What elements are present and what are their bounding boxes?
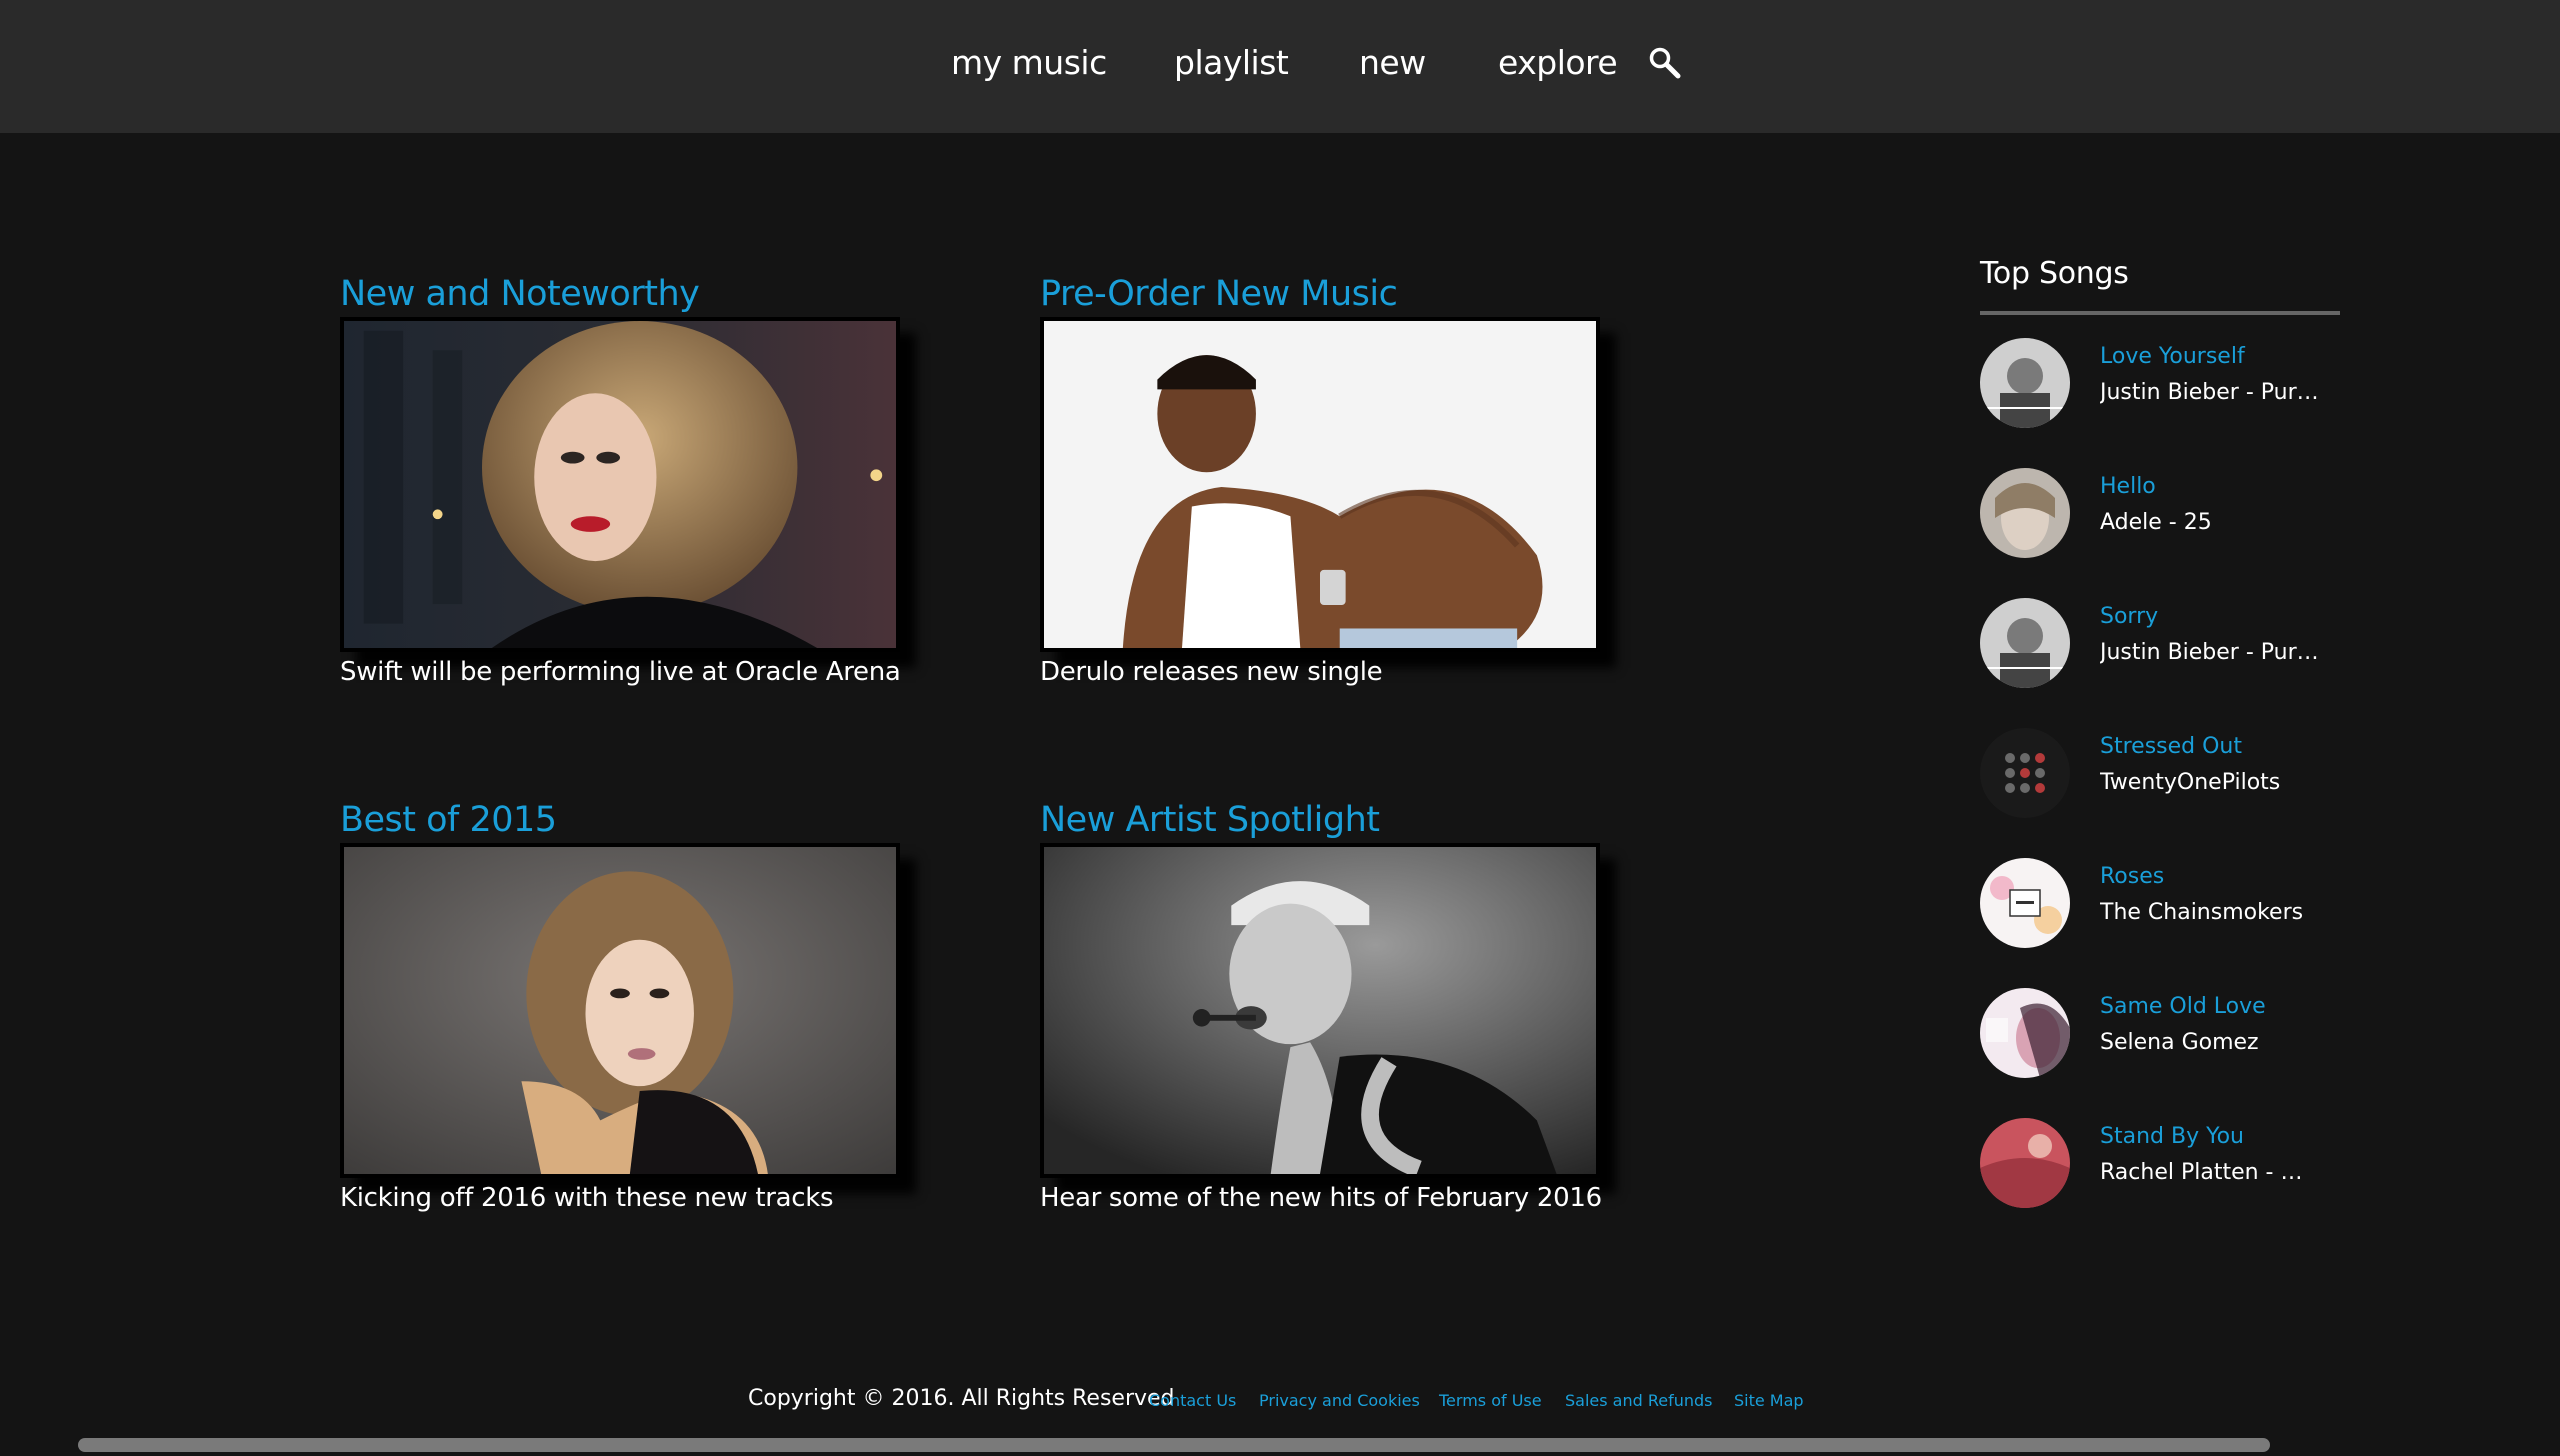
feature-title[interactable]: Pre-Order New Music xyxy=(1040,272,1398,316)
footer-link-sitemap[interactable]: Site Map xyxy=(1734,1390,1804,1412)
song-item[interactable]: Same Old Love Selena Gomez xyxy=(1980,988,2340,1088)
footer-link-contact[interactable]: Contact Us xyxy=(1149,1390,1236,1412)
album-art xyxy=(1980,468,2070,558)
feature-title[interactable]: New Artist Spotlight xyxy=(1040,798,1380,842)
song-item[interactable]: Love Yourself Justin Bieber - Purp... xyxy=(1980,338,2340,438)
feature-title[interactable]: New and Noteworthy xyxy=(340,272,700,316)
feature-caption: Derulo releases new single xyxy=(1040,657,1383,687)
song-artist: Adele - 25 xyxy=(2100,510,2212,535)
song-title[interactable]: Stand By You xyxy=(2100,1122,2244,1152)
song-artist: TwentyOnePilots xyxy=(2100,770,2281,795)
nav-item-explore[interactable]: explore xyxy=(1498,42,1618,84)
top-songs-heading: Top Songs xyxy=(1980,256,2129,291)
nav-item-new[interactable]: new xyxy=(1359,42,1426,84)
footer-link-privacy[interactable]: Privacy and Cookies xyxy=(1259,1390,1420,1412)
top-nav-bar: my music playlist new explore xyxy=(0,0,2560,133)
footer-link-terms[interactable]: Terms of Use xyxy=(1439,1390,1542,1412)
search-icon[interactable] xyxy=(1648,46,1682,80)
feature-card-new-noteworthy: New and Noteworthy Swift will be perform… xyxy=(340,272,920,712)
song-item[interactable]: Sorry Justin Bieber - Purp... xyxy=(1980,598,2340,698)
song-artist: Justin Bieber - Purp... xyxy=(2100,380,2320,405)
feature-card-best-2015: Best of 2015 Kicking off 2016 with these… xyxy=(340,798,920,1238)
song-title[interactable]: Hello xyxy=(2100,472,2156,502)
feature-caption: Swift will be performing live at Oracle … xyxy=(340,657,901,687)
song-item[interactable]: Stressed Out TwentyOnePilots xyxy=(1980,728,2340,828)
song-title[interactable]: Roses xyxy=(2100,862,2164,892)
feature-caption: Kicking off 2016 with these new tracks xyxy=(340,1183,834,1213)
song-item[interactable]: Stand By You Rachel Platten - Wil... xyxy=(1980,1118,2340,1218)
album-art xyxy=(1980,858,2070,948)
feature-card-pre-order: Pre-Order New Music Derulo releases new … xyxy=(1040,272,1620,712)
divider xyxy=(1980,311,2340,315)
song-artist: The Chainsmokers xyxy=(2100,900,2304,925)
song-item[interactable]: Roses The Chainsmokers xyxy=(1980,858,2340,958)
song-title[interactable]: Love Yourself xyxy=(2100,342,2245,372)
feature-card-new-artist: New Artist Spotlight Hear some of the ne… xyxy=(1040,798,1620,1238)
feature-image-derulo[interactable] xyxy=(1040,317,1600,652)
song-title[interactable]: Stressed Out xyxy=(2100,732,2242,762)
song-artist: Selena Gomez xyxy=(2100,1030,2259,1055)
feature-caption: Hear some of the new hits of February 20… xyxy=(1040,1183,1602,1213)
album-art xyxy=(1980,1118,2070,1208)
song-artist: Justin Bieber - Purp... xyxy=(2100,640,2320,665)
album-art xyxy=(1980,728,2070,818)
top-songs-sidebar: Top Songs Love Yourself Justin Bieber - … xyxy=(1980,252,2340,1208)
feature-image-swift[interactable] xyxy=(340,317,900,652)
copyright-text: Copyright © 2016. All Rights Reserved xyxy=(748,1386,1175,1411)
horizontal-scrollbar[interactable] xyxy=(78,1438,2270,1452)
feature-image-bieber[interactable] xyxy=(1040,843,1600,1178)
album-art xyxy=(1980,598,2070,688)
song-title[interactable]: Sorry xyxy=(2100,602,2158,632)
album-art xyxy=(1980,988,2070,1078)
footer: Copyright © 2016. All Rights Reserved Co… xyxy=(0,1382,2560,1422)
feature-title[interactable]: Best of 2015 xyxy=(340,798,557,842)
album-art xyxy=(1980,338,2070,428)
song-artist: Rachel Platten - Wil... xyxy=(2100,1160,2320,1185)
feature-image-adele[interactable] xyxy=(340,843,900,1178)
nav-item-playlist[interactable]: playlist xyxy=(1174,42,1289,84)
song-title[interactable]: Same Old Love xyxy=(2100,992,2266,1022)
nav-item-my-music[interactable]: my music xyxy=(951,42,1107,84)
song-item[interactable]: Hello Adele - 25 xyxy=(1980,468,2340,568)
footer-link-sales[interactable]: Sales and Refunds xyxy=(1565,1390,1713,1412)
